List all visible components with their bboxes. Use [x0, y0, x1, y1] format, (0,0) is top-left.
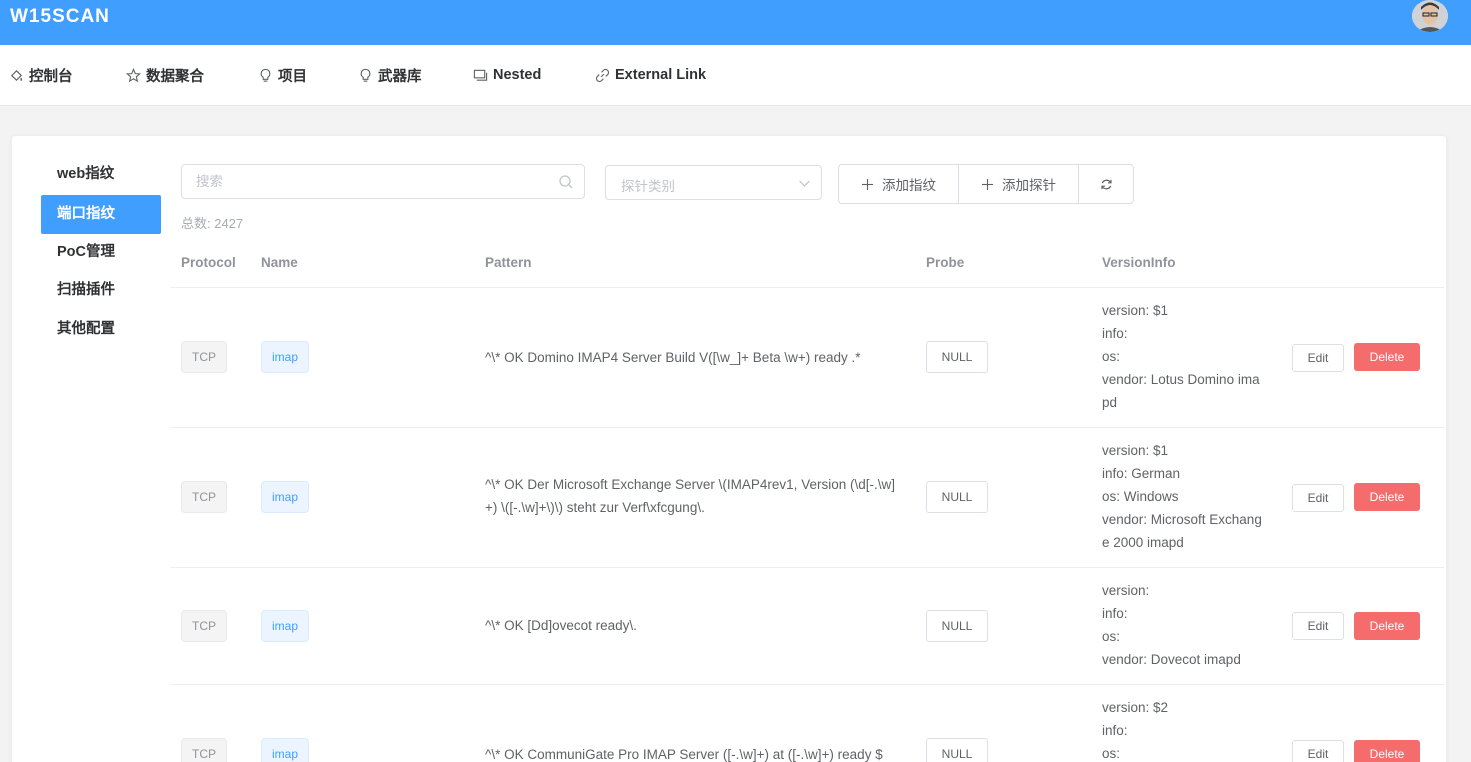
table-row: TCP imap ^\* OK CommuniGate Pro IMAP Ser…: [170, 685, 1444, 762]
name-tag: imap: [261, 481, 309, 513]
add-probe-button[interactable]: 添加探针: [958, 164, 1079, 204]
column-header-probe: Probe: [926, 255, 965, 270]
star-icon: [126, 67, 141, 82]
nav-item-external-link[interactable]: External Link: [595, 64, 706, 86]
pattern-text: ^\* OK Domino IMAP4 Server Build V([\w_]…: [485, 350, 861, 365]
version-line: version: $2: [1102, 700, 1169, 715]
toolbar-button-group: 添加指纹 添加探针: [838, 164, 1134, 204]
pattern-text: ^\* OK Der Microsoft Exchange Server \(I…: [485, 477, 895, 515]
add-fingerprint-button[interactable]: 添加指纹: [838, 164, 959, 204]
nav-item-console[interactable]: 控制台: [9, 64, 73, 86]
name-tag: imap: [261, 341, 309, 373]
os-line: os:: [1102, 629, 1121, 644]
table-row: TCP imap ^\* OK [Dd]ovecot ready\. NULL …: [170, 568, 1444, 685]
vendor-line: vendor: Lotus Domino imapd: [1102, 372, 1260, 410]
delete-button[interactable]: Delete: [1354, 343, 1420, 371]
refresh-button[interactable]: [1078, 164, 1134, 204]
lightbulb-icon: [260, 68, 271, 82]
version-info: version: $1 info: German os: Windows ven…: [1102, 439, 1264, 554]
info-line: info: German: [1102, 466, 1181, 481]
os-line: os: Windows: [1102, 489, 1179, 504]
version-line: version:: [1102, 583, 1150, 598]
delete-button[interactable]: Delete: [1354, 483, 1420, 511]
nav-item-label: External Link: [615, 67, 707, 83]
probe-button[interactable]: NULL: [926, 341, 988, 373]
search-box: [181, 164, 585, 199]
lightbulb-icon: [360, 68, 371, 82]
delete-button[interactable]: Delete: [1354, 612, 1420, 640]
vendor-line: vendor: Microsoft Exchange 2000 imapd: [1102, 512, 1262, 550]
name-tag: imap: [261, 738, 309, 762]
nav-item-arsenal[interactable]: 武器库: [358, 64, 422, 86]
search-icon[interactable]: [558, 174, 574, 190]
column-header-versioninfo: VersionInfo: [1102, 255, 1176, 270]
add-probe-label: 添加探针: [1002, 178, 1056, 193]
probe-category-placeholder: 探针类别: [621, 179, 675, 194]
total-count: 总数: 2427: [181, 216, 244, 231]
table-row: TCP imap ^\* OK Der Microsoft Exchange S…: [170, 428, 1444, 568]
sidebar-item-web-fingerprint[interactable]: web指纹: [41, 155, 161, 194]
window-icon: [473, 69, 488, 81]
pattern-text: ^\* OK [Dd]ovecot ready\.: [485, 618, 637, 633]
top-navigation: 控制台 数据聚合 项目 武器库 Nested External Link: [0, 45, 1471, 106]
vendor-line: vendor: Dovecot imapd: [1102, 652, 1241, 667]
nav-item-nested[interactable]: Nested: [473, 64, 541, 86]
app-header: W15SCAN: [0, 0, 1471, 45]
version-info: version: info: os: vendor: Dovecot imapd: [1102, 579, 1264, 671]
column-header-protocol: Protocol: [181, 255, 236, 270]
os-line: os:: [1102, 746, 1121, 761]
column-header-pattern: Pattern: [485, 255, 532, 270]
name-tag: imap: [261, 610, 309, 642]
protocol-tag: TCP: [181, 610, 227, 642]
probe-button[interactable]: NULL: [926, 481, 988, 513]
user-avatar-icon: [1412, 0, 1448, 32]
protocol-tag: TCP: [181, 341, 227, 373]
nav-item-label: 项目: [278, 68, 307, 85]
version-line: version: $1: [1102, 303, 1169, 318]
nav-item-data-aggregation[interactable]: 数据聚合: [126, 64, 204, 86]
version-line: version: $1: [1102, 443, 1169, 458]
probe-button[interactable]: NULL: [926, 738, 988, 762]
paint-bucket-icon: [10, 69, 23, 81]
sidebar-item-other-config[interactable]: 其他配置: [41, 310, 161, 349]
refresh-icon: [1100, 179, 1112, 189]
nav-item-label: 武器库: [378, 68, 422, 85]
edit-button[interactable]: Edit: [1292, 344, 1344, 372]
nav-item-label: 控制台: [29, 68, 73, 85]
nav-item-projects[interactable]: 项目: [258, 64, 307, 86]
sidebar-item-port-fingerprint[interactable]: 端口指纹: [41, 195, 161, 234]
avatar[interactable]: [1412, 0, 1448, 32]
app-title[interactable]: W15SCAN: [10, 6, 110, 28]
table-row: TCP imap ^\* OK Domino IMAP4 Server Buil…: [170, 288, 1444, 428]
plus-icon: [981, 178, 994, 190]
info-line: info:: [1102, 326, 1128, 341]
sidebar-item-scan-plugins[interactable]: 扫描插件: [41, 271, 161, 310]
plus-icon: [861, 178, 874, 190]
version-info: version: $2 info: os:: [1102, 696, 1264, 762]
os-line: os:: [1102, 349, 1121, 364]
delete-button[interactable]: Delete: [1354, 740, 1420, 762]
edit-button[interactable]: Edit: [1292, 612, 1344, 640]
edit-button[interactable]: Edit: [1292, 740, 1344, 762]
chevron-down-icon: [799, 180, 810, 187]
protocol-tag: TCP: [181, 738, 227, 762]
probe-button[interactable]: NULL: [926, 610, 988, 642]
add-fingerprint-label: 添加指纹: [882, 178, 936, 193]
nav-item-label: 数据聚合: [146, 68, 204, 85]
info-line: info:: [1102, 606, 1128, 621]
nav-item-label: Nested: [493, 67, 542, 83]
sidebar-item-poc-management[interactable]: PoC管理: [41, 233, 161, 272]
column-header-name: Name: [261, 255, 298, 270]
info-line: info:: [1102, 723, 1128, 738]
probe-category-select[interactable]: 探针类别: [605, 165, 822, 200]
edit-button[interactable]: Edit: [1292, 484, 1344, 512]
search-input[interactable]: [182, 165, 542, 198]
pattern-text: ^\* OK CommuniGate Pro IMAP Server ([-.\…: [485, 747, 883, 762]
protocol-tag: TCP: [181, 481, 227, 513]
link-icon: [595, 68, 610, 82]
version-info: version: $1 info: os: vendor: Lotus Domi…: [1102, 299, 1264, 414]
